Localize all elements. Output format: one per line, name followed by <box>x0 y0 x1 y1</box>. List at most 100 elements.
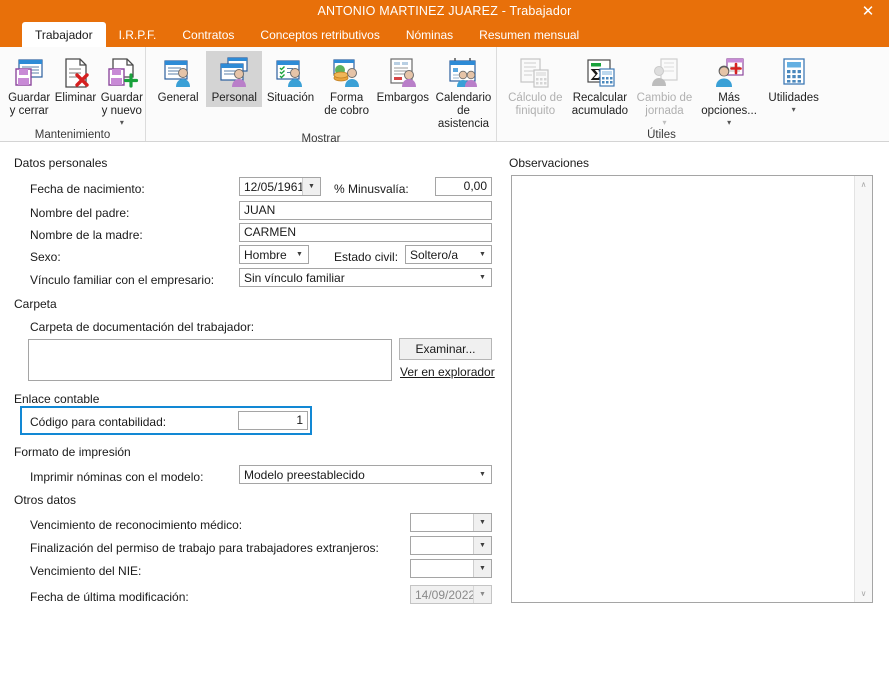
label-codigo-contabilidad: Código para contabilidad: <box>30 415 167 429</box>
chevron-down-icon: ▾ <box>662 118 667 127</box>
observaciones-scrollbar[interactable]: ∧ ∨ <box>854 176 872 602</box>
chevron-down-icon[interactable]: ▼ <box>474 466 491 483</box>
fecha-nacimiento-value: 12/05/1961 <box>244 179 302 194</box>
ribbon-group-mostrar: General Personal Situación Forma de cobr… <box>145 47 496 145</box>
mas-opciones-button[interactable]: Más opciones... ▾ <box>697 51 762 129</box>
chevron-down-icon[interactable]: ▼ <box>474 246 491 263</box>
utilidades-label: Utilidades <box>768 92 819 104</box>
minusvalia-input[interactable]: 0,00 <box>435 177 492 196</box>
utilidades-button[interactable]: Utilidades ▾ <box>761 51 826 116</box>
section-carpeta: Carpeta <box>14 297 57 311</box>
sigma-calculator-icon: Σ <box>583 54 617 92</box>
embargos-button[interactable]: Embargos <box>375 51 431 107</box>
calculator-icon <box>777 54 811 92</box>
chevron-down-icon[interactable]: ▾ <box>792 105 796 114</box>
calendario-de-asistencia-label: Calendario de asistencia <box>435 92 492 130</box>
vencimiento-nie-datepicker[interactable]: ▼ <box>410 559 492 578</box>
estado-civil-value: Soltero/a <box>410 247 459 262</box>
imprimir-nominas-select[interactable]: Modelo preestablecido ▼ <box>239 465 492 484</box>
form-body: Datos personales Fecha de nacimiento: 12… <box>0 142 889 678</box>
nombre-padre-input[interactable]: JUAN <box>239 201 492 220</box>
calculo-de-finiquito-button: Cálculo de finiquito <box>503 51 568 120</box>
tab-nominas[interactable]: Nóminas <box>393 22 466 47</box>
mas-opciones-label: Más opciones... <box>701 92 757 117</box>
eliminar-label: Eliminar <box>54 92 97 104</box>
tab-resumen-mensual[interactable]: Resumen mensual <box>466 22 592 47</box>
chevron-down-icon[interactable]: ▼ <box>302 178 320 195</box>
vinculo-familiar-select[interactable]: Sin vínculo familiar ▼ <box>239 268 492 287</box>
money-payment-icon <box>330 54 364 92</box>
section-otros-datos: Otros datos <box>14 493 77 507</box>
section-formato-impresion: Formato de impresión <box>14 445 131 459</box>
section-enlace-contable: Enlace contable <box>14 392 100 406</box>
finalizacion-permiso-datepicker[interactable]: ▼ <box>410 536 492 555</box>
nombre-madre-input[interactable]: CARMEN <box>239 223 492 242</box>
label-fecha-nacimiento: Fecha de nacimiento: <box>30 182 145 196</box>
examinar-button[interactable]: Examinar... <box>399 338 492 360</box>
chevron-down-icon[interactable]: ▼ <box>473 560 491 577</box>
guardar-y-cerrar-label: Guardar y cerrar <box>8 92 51 117</box>
section-datos-personales: Datos personales <box>14 156 108 170</box>
guardar-y-cerrar-button[interactable]: Guardar y cerrar <box>6 51 52 120</box>
personal-label: Personal <box>211 92 257 104</box>
observaciones-panel: ∧ ∨ <box>511 175 873 603</box>
carpeta-documentacion-input[interactable] <box>28 339 392 381</box>
chevron-down-icon[interactable]: ▼ <box>473 537 491 554</box>
codigo-contabilidad-input[interactable]: 1 <box>238 411 308 430</box>
tab-contratos[interactable]: Contratos <box>169 22 247 47</box>
tab-conceptos-retributivos[interactable]: Conceptos retributivos <box>247 22 392 47</box>
svg-text:Σ: Σ <box>590 66 601 84</box>
nombre-padre-value: JUAN <box>244 203 276 217</box>
chevron-down-icon[interactable]: ▼ <box>473 514 491 531</box>
chevron-down-icon[interactable]: ▾ <box>120 118 124 127</box>
label-estado-civil: Estado civil: <box>334 250 399 264</box>
delete-document-icon <box>58 54 92 92</box>
scroll-down-icon[interactable]: ∨ <box>855 585 872 602</box>
observaciones-title: Observaciones <box>509 156 590 170</box>
minusvalia-value: 0,00 <box>463 179 487 193</box>
label-sexo: Sexo: <box>30 250 61 264</box>
fecha-nacimiento-datepicker[interactable]: 12/05/1961 ▼ <box>239 177 321 196</box>
chevron-down-icon[interactable]: ▾ <box>727 118 731 127</box>
situacion-button[interactable]: Situación <box>262 51 318 107</box>
situacion-label: Situación <box>266 92 315 104</box>
person-general-icon <box>161 54 195 92</box>
personal-button[interactable]: Personal <box>206 51 263 107</box>
calculo-de-finiquito-label: Cálculo de finiquito <box>508 92 563 117</box>
estado-civil-select[interactable]: Soltero/a ▼ <box>405 245 492 264</box>
general-button[interactable]: General <box>150 51 206 107</box>
label-finalizacion-permiso: Finalización del permiso de trabajo para… <box>30 541 379 555</box>
chevron-down-icon: ▼ <box>473 586 491 603</box>
label-nombre-madre: Nombre de la madre: <box>30 228 143 242</box>
guardar-y-nuevo-button[interactable]: Guardar y nuevo ▾ <box>99 51 145 129</box>
cambio-de-jornada-button: Cambio de jornada ▾ <box>632 51 697 129</box>
person-personal-icon <box>217 54 251 92</box>
label-minusvalia: % Minusvalía: <box>334 182 409 196</box>
tab-irpf[interactable]: I.R.P.F. <box>106 22 170 47</box>
general-label: General <box>157 92 199 104</box>
calc-documents-icon <box>518 54 552 92</box>
nombre-madre-value: CARMEN <box>244 225 297 239</box>
sexo-select[interactable]: Hombre ▼ <box>239 245 309 264</box>
forma-de-cobro-label: Forma de cobro <box>324 92 370 117</box>
cambio-de-jornada-label: Cambio de jornada <box>636 92 693 117</box>
close-icon[interactable]: ✕ <box>847 0 889 22</box>
label-imprimir-nominas: Imprimir nóminas con el modelo: <box>30 470 204 484</box>
chevron-down-icon[interactable]: ▼ <box>474 269 491 286</box>
observaciones-value <box>512 176 854 182</box>
vencimiento-medico-datepicker[interactable]: ▼ <box>410 513 492 532</box>
ver-en-explorador-link[interactable]: Ver en explorador <box>400 365 495 379</box>
codigo-contabilidad-value: 1 <box>296 413 303 427</box>
chevron-down-icon[interactable]: ▼ <box>291 246 308 263</box>
person-checklist-icon <box>273 54 307 92</box>
sexo-value: Hombre <box>244 247 287 262</box>
scroll-up-icon[interactable]: ∧ <box>855 176 872 193</box>
tab-trabajador[interactable]: Trabajador <box>22 22 106 47</box>
label-carpeta-documentacion: Carpeta de documentación del trabajador: <box>30 320 255 334</box>
observaciones-textarea[interactable] <box>512 176 854 602</box>
forma-de-cobro-button[interactable]: Forma de cobro <box>319 51 375 120</box>
eliminar-button[interactable]: Eliminar <box>52 51 98 107</box>
ultima-modificacion-value: 14/09/2022 <box>415 587 473 602</box>
calendario-de-asistencia-button[interactable]: Calendario de asistencia <box>431 51 496 133</box>
recalcular-acumulado-button[interactable]: Σ Recalcular acumulado <box>568 51 633 120</box>
